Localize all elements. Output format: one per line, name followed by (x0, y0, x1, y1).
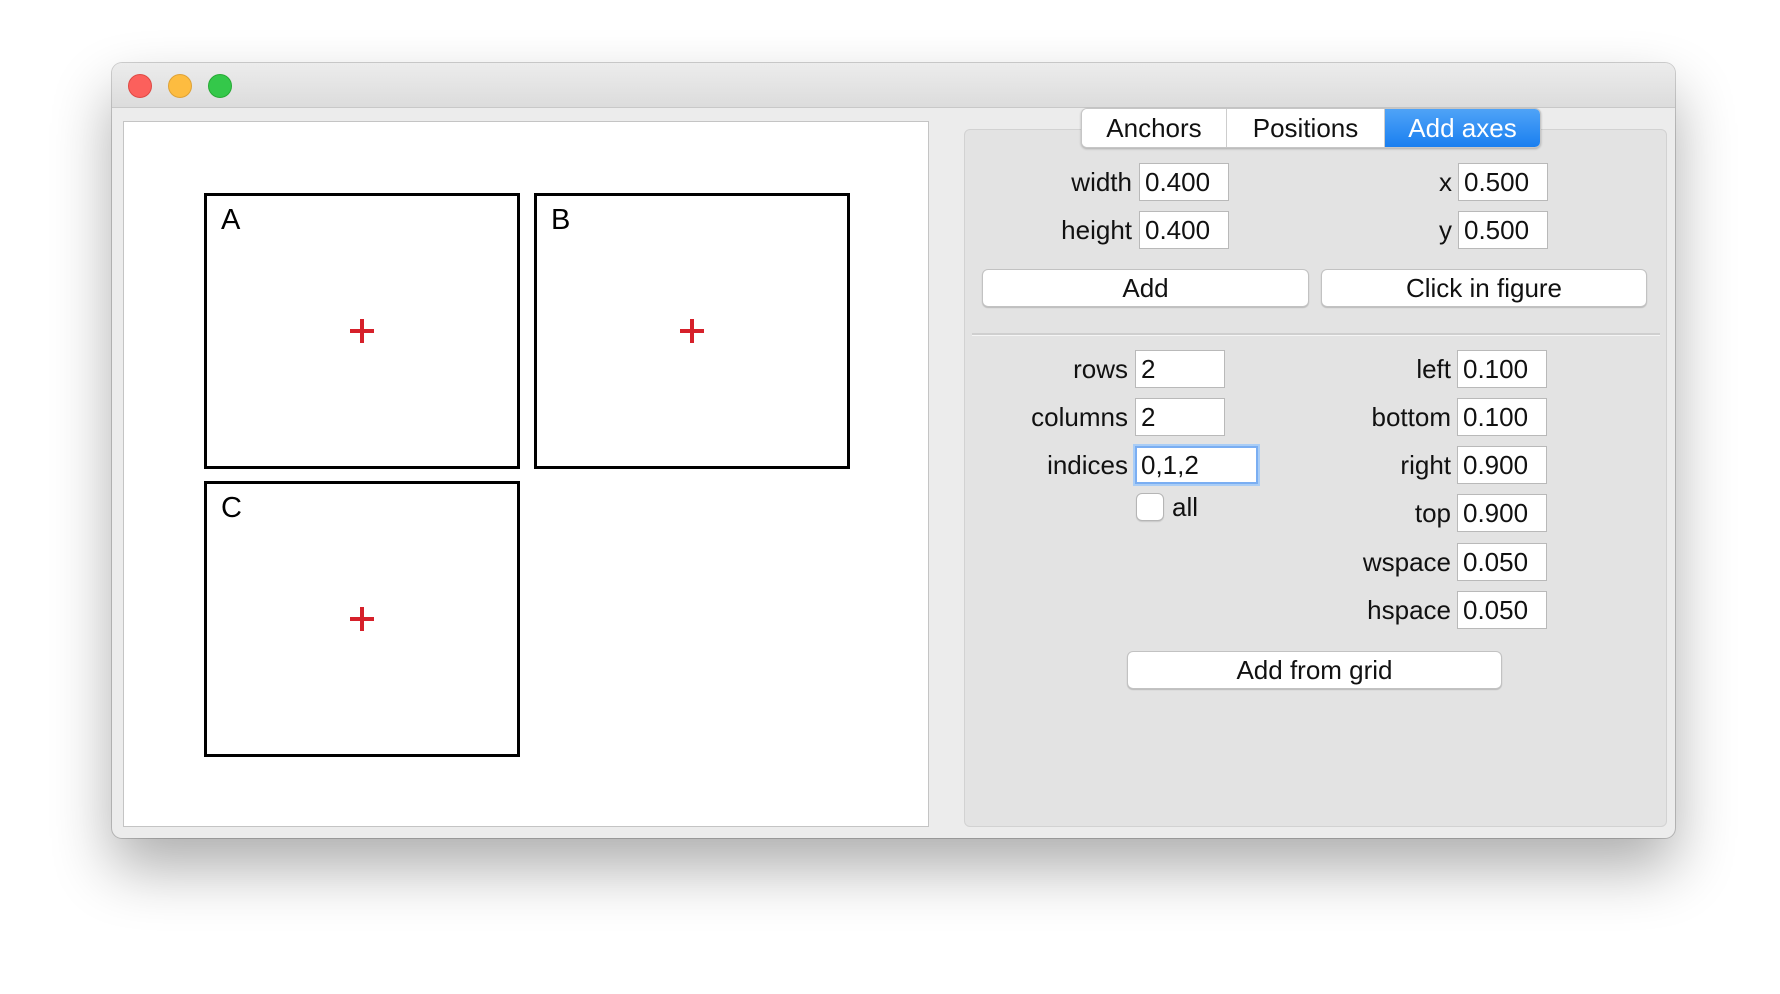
tab-positions[interactable]: Positions (1227, 109, 1385, 147)
axes-a[interactable]: A (204, 193, 520, 469)
red-cross-icon (350, 607, 374, 631)
width-field[interactable]: 0.400 (1139, 163, 1229, 201)
add-from-grid-button[interactable]: Add from grid (1127, 651, 1502, 689)
x-field[interactable]: 0.500 (1458, 163, 1548, 201)
tab-anchors[interactable]: Anchors (1082, 109, 1227, 147)
x-label: x (1439, 167, 1452, 197)
top-label: top (1414, 498, 1451, 528)
bottom-field[interactable]: 0.100 (1457, 398, 1547, 436)
app-window: A B C Anchors Positions Add axes width 0… (112, 63, 1675, 838)
wspace-field[interactable]: 0.050 (1457, 543, 1547, 581)
axes-label: C (221, 492, 242, 524)
width-label: width (1071, 167, 1132, 197)
columns-field[interactable]: 2 (1135, 398, 1225, 436)
all-label: all (1172, 492, 1199, 522)
rows-label: rows (1073, 354, 1128, 384)
axes-label: A (221, 204, 241, 236)
add-button[interactable]: Add (982, 269, 1309, 307)
y-field[interactable]: 0.500 (1458, 211, 1548, 249)
indices-label: indices (1047, 450, 1128, 480)
right-field[interactable]: 0.900 (1457, 446, 1547, 484)
axes-b[interactable]: B (534, 193, 850, 469)
hspace-label: hspace (1367, 595, 1451, 625)
height-label: height (1061, 215, 1132, 245)
section-divider (972, 333, 1660, 336)
top-field[interactable]: 0.900 (1457, 494, 1547, 532)
hspace-field[interactable]: 0.050 (1457, 591, 1547, 629)
height-field[interactable]: 0.400 (1139, 211, 1229, 249)
red-cross-icon (680, 319, 704, 343)
all-checkbox[interactable] (1136, 493, 1164, 521)
minimize-button[interactable] (168, 74, 192, 98)
left-field[interactable]: 0.100 (1457, 350, 1547, 388)
columns-label: columns (1031, 402, 1128, 432)
rows-field[interactable]: 2 (1135, 350, 1225, 388)
axes-label: B (551, 204, 571, 236)
title-bar (112, 63, 1675, 108)
zoom-button[interactable] (208, 74, 232, 98)
close-button[interactable] (128, 74, 152, 98)
tab-add-axes[interactable]: Add axes (1385, 109, 1540, 147)
indices-field[interactable]: 0,1,2 (1135, 446, 1258, 484)
bottom-label: bottom (1371, 402, 1452, 432)
wspace-label: wspace (1362, 547, 1451, 577)
left-label: left (1416, 354, 1451, 384)
click-in-figure-button[interactable]: Click in figure (1321, 269, 1647, 307)
red-cross-icon (350, 319, 374, 343)
axes-c[interactable]: C (204, 481, 520, 757)
right-label: right (1400, 450, 1451, 480)
tab-bar: Anchors Positions Add axes (1081, 108, 1541, 148)
figure-canvas[interactable]: A B C (123, 121, 929, 827)
y-label: y (1439, 215, 1452, 245)
